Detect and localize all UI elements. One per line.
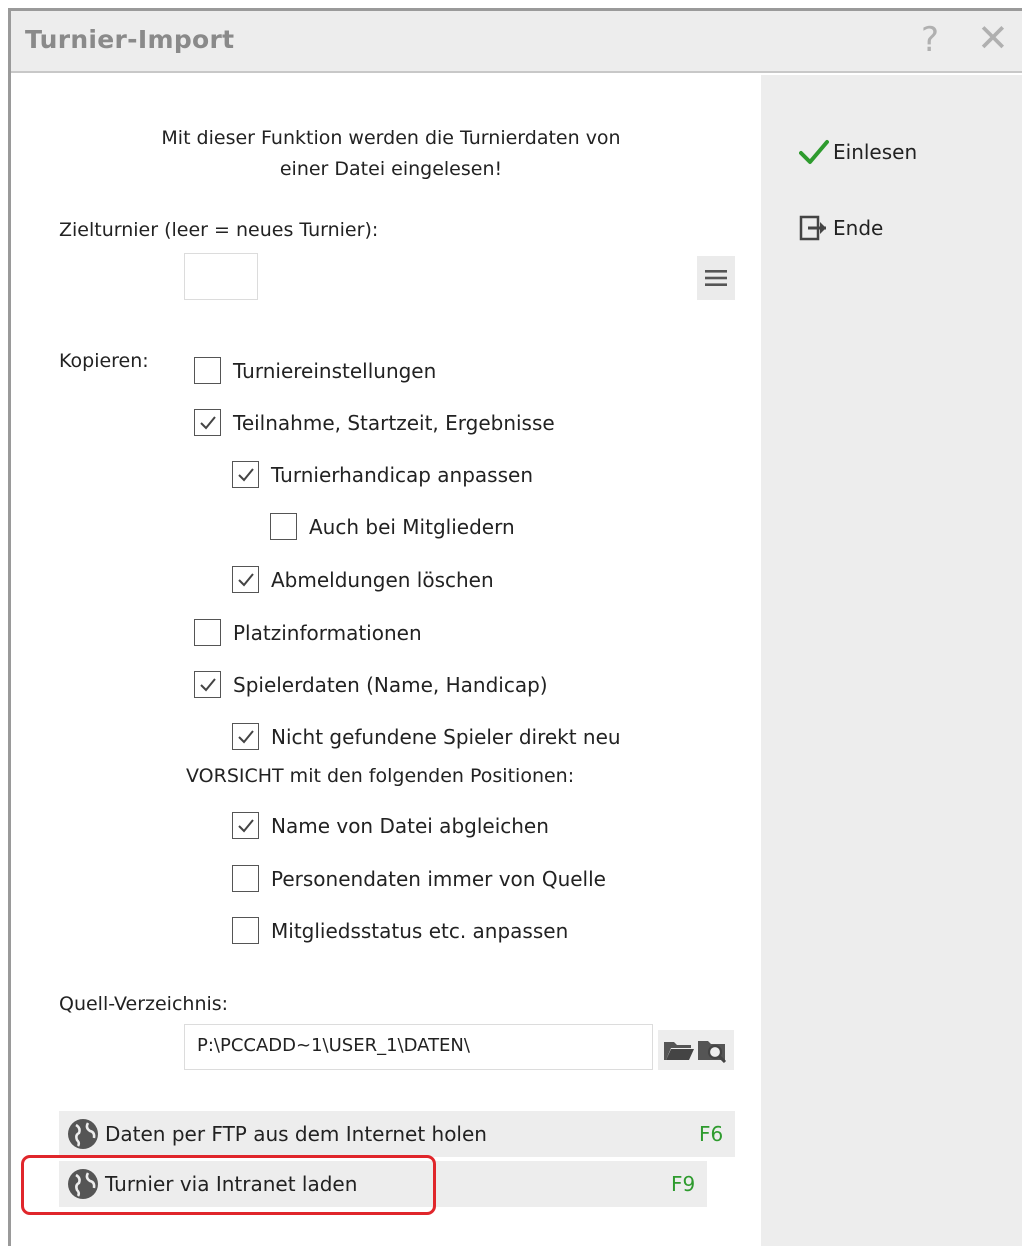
globe-icon [67,1118,99,1150]
checkbox-box[interactable] [232,461,259,488]
checkmark-icon [237,729,254,743]
help-button[interactable]: ? [921,21,939,59]
checkbox-label: Teilnahme, Startzeit, Ergebnisse [233,410,555,435]
zielturnier-label: Zielturnier (leer = neues Turnier): [59,219,379,241]
einlesen-label: Einlesen [833,140,918,164]
checkbox-box[interactable] [194,409,221,436]
zielturnier-menu-button[interactable] [697,256,735,300]
checkbox-label: Platzinformationen [233,620,422,645]
checkmark-icon [799,139,833,165]
title-bar: Turnier-Import ? ✕ [11,11,1022,73]
ftp-download-button[interactable]: Daten per FTP aus dem Internet holen F6 [59,1111,735,1157]
intro-line-1: Mit dieser Funktion werden die Turnierda… [161,127,621,149]
exit-icon [799,215,833,241]
action-sidebar: Einlesen Ende [761,75,1022,1246]
checkbox-teilnahme[interactable]: Teilnahme, Startzeit, Ergebnisse [194,409,555,436]
close-button[interactable]: ✕ [977,19,1009,57]
checkbox-label: Auch bei Mitgliedern [309,514,515,539]
checkmark-icon [199,677,216,691]
folder-open-icon [664,1042,694,1060]
checkbox-turnierhandicap[interactable]: Turnierhandicap anpassen [232,461,533,488]
vorsicht-warning: VORSICHT mit den folgenden Positionen: [186,765,575,787]
checkbox-label: Spielerdaten (Name, Handicap) [233,672,548,697]
browse-folder-button[interactable] [658,1030,734,1070]
checkbox-nicht-gefundene-spieler[interactable]: Nicht gefundene Spieler direkt neu [232,723,621,750]
checkbox-label: Turniereinstellungen [233,358,437,383]
quell-verzeichnis-input[interactable]: P:\PCCADD~1\USER_1\DATEN\ [184,1024,653,1070]
intranet-load-button[interactable]: Turnier via Intranet laden F9 [59,1161,707,1207]
checkbox-box[interactable] [232,566,259,593]
checkmark-icon [199,415,216,429]
ende-button[interactable]: Ende [799,215,883,241]
folder-search-icon [698,1041,727,1063]
main-panel: Mit dieser Funktion werden die Turnierda… [11,75,761,1246]
checkbox-label: Turnierhandicap anpassen [271,462,534,487]
checkbox-personendaten[interactable]: Personendaten immer von Quelle [232,865,606,892]
checkmark-icon [237,467,254,481]
intro-text: Mit dieser Funktion werden die Turnierda… [101,123,681,185]
checkbox-box[interactable] [232,865,259,892]
quell-verzeichnis-label: Quell-Verzeichnis: [59,993,229,1015]
checkbox-auch-bei-mitgliedern[interactable]: Auch bei Mitgliedern [270,513,515,540]
einlesen-button[interactable]: Einlesen [799,139,917,165]
checkbox-box[interactable] [232,723,259,750]
checkbox-spielerdaten[interactable]: Spielerdaten (Name, Handicap) [194,671,548,698]
checkbox-box[interactable] [194,671,221,698]
checkbox-abmeldungen[interactable]: Abmeldungen löschen [232,566,494,593]
intranet-shortcut-key: F9 [671,1172,696,1196]
checkbox-box[interactable] [232,812,259,839]
checkbox-box[interactable] [194,619,221,646]
ende-label: Ende [833,216,884,240]
checkmark-icon [237,818,254,832]
checkbox-platzinformationen[interactable]: Platzinformationen [194,619,422,646]
checkbox-turniereinstellungen[interactable]: Turniereinstellungen [194,357,436,384]
window-title: Turnier-Import [25,25,235,54]
kopieren-label: Kopieren: [59,350,149,372]
intranet-label: Turnier via Intranet laden [105,1172,358,1196]
zielturnier-input[interactable] [184,253,258,300]
checkbox-label: Mitgliedsstatus etc. anpassen [271,918,569,943]
checkmark-icon [237,572,254,586]
checkbox-label: Personendaten immer von Quelle [271,866,606,891]
checkbox-box[interactable] [270,513,297,540]
checkbox-box[interactable] [232,917,259,944]
checkbox-label: Nicht gefundene Spieler direkt neu [271,724,621,749]
checkbox-label: Abmeldungen löschen [271,567,494,592]
checkbox-label: Name von Datei abgleichen [271,813,549,838]
turnier-import-window: Turnier-Import ? ✕ Mit dieser Funktion w… [8,8,1022,1246]
checkbox-box[interactable] [194,357,221,384]
ftp-shortcut-key: F6 [699,1122,724,1146]
ftp-label: Daten per FTP aus dem Internet holen [105,1122,487,1146]
hamburger-icon [705,270,727,286]
intro-line-2: einer Datei eingelesen! [279,158,503,180]
checkbox-mitgliedsstatus[interactable]: Mitgliedsstatus etc. anpassen [232,917,568,944]
globe-icon [67,1168,99,1200]
checkbox-name-abgleichen[interactable]: Name von Datei abgleichen [232,812,549,839]
